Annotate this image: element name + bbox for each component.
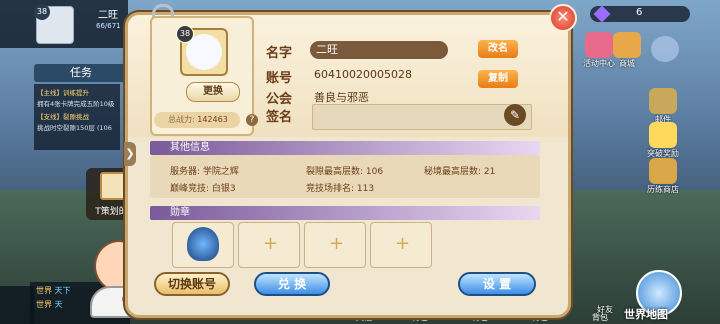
gem-count: 6 — [636, 7, 643, 18]
reward-icon — [649, 122, 677, 148]
shop-label: 商城 — [619, 59, 635, 68]
medal-header: 勋章 — [150, 206, 540, 220]
guild-label: 公会 — [266, 92, 293, 107]
mail-button[interactable]: 邮件 — [646, 88, 680, 125]
settings-button[interactable]: 设 置 — [458, 272, 536, 296]
chat-text: 天下 — [54, 286, 71, 295]
task-list[interactable]: 【主线】训练提升 拥有4张卡牌完成五阶10级 【支线】裂隙挑战 挑战时空裂隙15… — [34, 84, 120, 150]
server-info: 服务器: 学院之辉 — [170, 167, 239, 177]
side-expand-arrow[interactable]: ❯ — [124, 142, 136, 166]
medal-title: 勋章 — [170, 207, 190, 218]
power-display: 总战力: 142463 — [154, 112, 240, 128]
chat-text: 天 — [54, 300, 63, 309]
task-desc: 挑战时空裂隙150层 (106 — [37, 124, 112, 132]
medal-slot[interactable]: + — [370, 222, 432, 268]
account-label: 账号 — [266, 71, 293, 86]
task-title: 【主线】训练提升 — [37, 89, 89, 97]
help-icon[interactable]: ? — [246, 114, 258, 126]
name-label: 名字 — [266, 46, 293, 61]
bottom-item[interactable]: 背包 — [592, 312, 608, 323]
mail-icon — [649, 88, 677, 114]
player-hud[interactable]: 38 二旺 66/671 — [0, 0, 128, 48]
move-joystick[interactable] — [648, 36, 682, 62]
change-avatar-button[interactable]: 更换 — [186, 82, 240, 102]
player-level-badge: 38 — [34, 4, 50, 20]
breakthrough-reward-button[interactable]: 突破奖励 — [646, 122, 680, 159]
guild-value: 善良与邪恶 — [314, 91, 369, 104]
player-exp: 66/671 — [96, 22, 121, 30]
redeem-button[interactable]: 兑 换 — [254, 272, 330, 296]
shop-icon — [613, 32, 641, 58]
profile-card: 38 更换 总战力: 142463 ? — [150, 16, 258, 136]
task-title: 【支线】裂隙挑战 — [37, 113, 89, 121]
signature-field[interactable] — [312, 104, 532, 130]
trial-shop-label: 历练商店 — [647, 185, 679, 194]
rift-info: 裂隙最高层数: 106 — [306, 167, 384, 177]
trial-shop-button[interactable]: 历练商店 — [646, 158, 680, 195]
other-info-title: 其他信息 — [170, 142, 210, 153]
medal-slot[interactable]: + — [304, 222, 366, 268]
other-info-header: 其他信息 — [150, 141, 540, 155]
chat-channel: 世界 — [36, 286, 52, 295]
peak-info: 巅峰竞技: 白银3 — [170, 184, 236, 194]
medal-icon — [187, 227, 219, 261]
power-value: 142463 — [197, 115, 228, 124]
secret-info: 秘境最高层数: 21 — [424, 167, 496, 177]
copy-button[interactable]: 复制 — [478, 70, 518, 88]
portrait-level-badge: 38 — [176, 25, 194, 43]
activity-icon — [585, 32, 613, 58]
account-value: 60410020005028 — [314, 68, 412, 81]
switch-account-button[interactable]: 切换账号 — [154, 272, 230, 296]
gem-icon — [593, 5, 611, 23]
add-medal-icon: + — [395, 233, 411, 254]
chat-channel: 世界 — [36, 300, 52, 309]
medal-slot[interactable]: + — [238, 222, 300, 268]
move-icon — [651, 36, 679, 62]
gem-counter[interactable]: 6 — [590, 5, 690, 23]
trial-shop-icon — [649, 158, 677, 184]
task-desc: 拥有4张卡牌完成五阶10级 — [37, 100, 115, 108]
shop-button[interactable]: 商城 — [610, 32, 644, 69]
task-tab[interactable]: 任务 — [34, 64, 128, 82]
edit-signature-icon[interactable]: ✎ — [504, 104, 526, 126]
add-medal-icon: + — [329, 233, 345, 254]
power-label: 总战力: — [168, 115, 195, 124]
chat-side — [0, 286, 34, 324]
arena-info: 竞技场排名: 113 — [306, 184, 375, 194]
player-name: 二旺 — [98, 10, 118, 21]
signature-label: 签名 — [266, 110, 293, 125]
close-button[interactable]: ✕ — [549, 4, 577, 32]
medal-slot[interactable] — [172, 222, 234, 268]
add-medal-icon: + — [263, 233, 279, 254]
name-field: 二旺 — [310, 41, 448, 59]
rename-button[interactable]: 改名 — [478, 40, 518, 58]
